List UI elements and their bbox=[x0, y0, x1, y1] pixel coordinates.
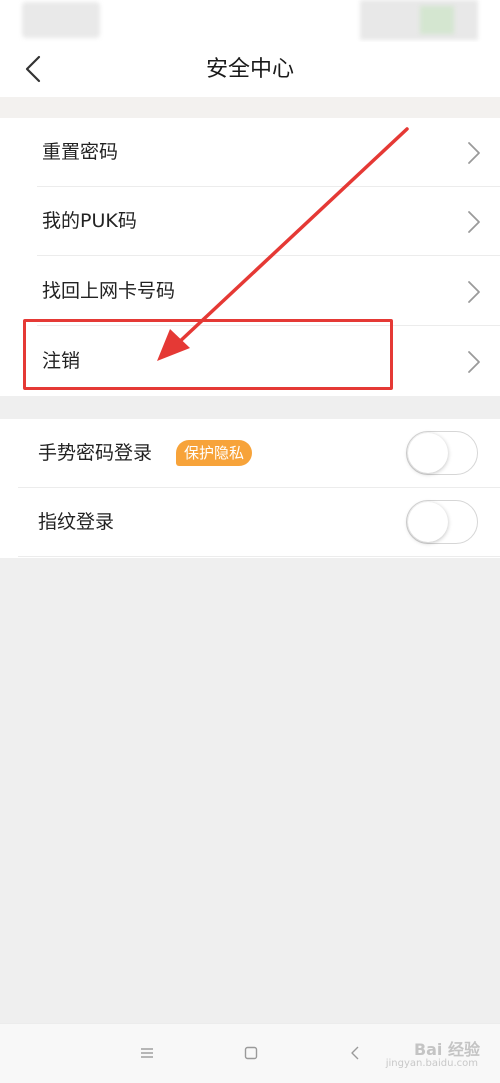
my-puk-code-row[interactable]: 我的PUK码 bbox=[0, 187, 500, 256]
back-triangle-icon bbox=[351, 1046, 359, 1060]
divider bbox=[37, 325, 500, 326]
row-label: 我的PUK码 bbox=[42, 210, 137, 232]
row-label: 手势密码登录 bbox=[38, 442, 153, 464]
chevron-right-icon bbox=[468, 142, 480, 164]
status-bar-blurred-right bbox=[360, 0, 478, 40]
fingerprint-login-toggle[interactable] bbox=[406, 500, 478, 544]
row-label: 指纹登录 bbox=[38, 511, 115, 533]
watermark-url: jingyan.baidu.com bbox=[385, 1058, 478, 1069]
status-bar bbox=[0, 0, 500, 42]
home-square-icon bbox=[244, 1046, 258, 1060]
toggle-knob bbox=[408, 433, 448, 473]
watermark-logo: Bai 经验 bbox=[413, 1040, 480, 1059]
reset-password-row[interactable]: 重置密码 bbox=[0, 118, 500, 187]
back-button[interactable] bbox=[16, 50, 50, 88]
chevron-left-icon bbox=[25, 55, 41, 83]
gesture-password-row: 手势密码登录 保护隐私 bbox=[0, 419, 500, 488]
status-bar-blurred-left bbox=[22, 2, 100, 38]
chevron-right-icon bbox=[468, 281, 480, 303]
divider bbox=[37, 255, 500, 256]
chevron-right-icon bbox=[468, 351, 480, 373]
account-settings-list: 重置密码 我的PUK码 找回上网卡号码 注销 bbox=[0, 118, 500, 396]
system-back-button[interactable] bbox=[340, 1038, 370, 1068]
fingerprint-login-row: 指纹登录 bbox=[0, 488, 500, 557]
battery-icon bbox=[420, 6, 454, 34]
deregister-row[interactable]: 注销 bbox=[0, 327, 500, 396]
menu-icon bbox=[141, 1048, 153, 1058]
section-spacer bbox=[0, 97, 500, 118]
menu-button[interactable] bbox=[132, 1038, 162, 1068]
row-label: 找回上网卡号码 bbox=[42, 280, 176, 302]
chevron-right-icon bbox=[468, 211, 480, 233]
gesture-password-toggle[interactable] bbox=[406, 431, 478, 475]
recover-card-number-row[interactable]: 找回上网卡号码 bbox=[0, 257, 500, 326]
home-button[interactable] bbox=[236, 1038, 266, 1068]
toggle-knob bbox=[408, 502, 448, 542]
page-title: 安全中心 bbox=[205, 57, 294, 82]
login-settings-list: 手势密码登录 保护隐私 指纹登录 bbox=[0, 419, 500, 558]
row-label: 重置密码 bbox=[42, 141, 119, 163]
title-bar: 安全中心 bbox=[0, 42, 500, 97]
row-label: 注销 bbox=[42, 350, 81, 372]
divider bbox=[18, 556, 500, 557]
privacy-badge: 保护隐私 bbox=[176, 440, 253, 466]
